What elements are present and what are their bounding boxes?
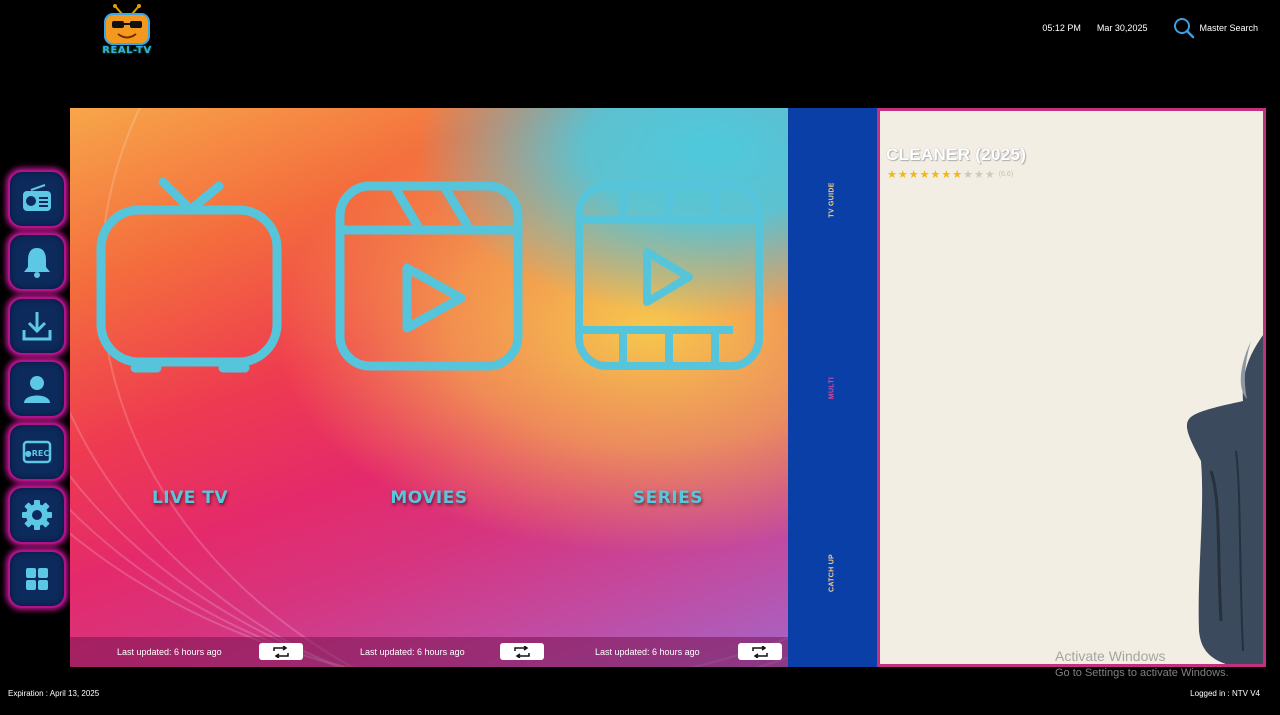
app-logo: REAL-TV [100, 4, 154, 56]
star-filled: ★ [930, 168, 941, 181]
film-play-icon [575, 182, 763, 370]
logged-in-text: Logged in : NTV V4 [1190, 689, 1260, 698]
star-filled: ★ [919, 168, 930, 181]
refresh-icon [752, 645, 768, 658]
grid-icon [26, 567, 48, 590]
sidebar-item-radio[interactable] [8, 170, 66, 228]
sidebar-item-downloads[interactable] [8, 296, 66, 355]
refresh-icon [514, 645, 530, 658]
star-empty: ★ [974, 168, 984, 181]
star-filled: ★ [887, 168, 897, 181]
live-tv-label[interactable]: LIVE TV [90, 488, 290, 508]
bell-icon [24, 248, 50, 279]
series-tile[interactable] [575, 178, 765, 378]
star-rating: ★ ★ ★ ★ ★ ★ ★ ★ ★ ★ (6.6) [887, 169, 1013, 180]
sidebar-item-settings[interactable] [8, 486, 66, 545]
rec-icon: ●REC [22, 440, 52, 464]
featured-panel[interactable]: CLEANER (2025) ★ ★ ★ ★ ★ ★ ★ ★ ★ ★ (6.6) [877, 108, 1266, 667]
live-tv-last-updated: Last updated: 6 hours ago [117, 647, 222, 657]
activation-watermark-title: Activate Windows [1055, 648, 1166, 664]
sidebar-item-account[interactable] [8, 359, 66, 418]
series-last-updated: Last updated: 6 hours ago [595, 647, 700, 657]
gear-icon [22, 500, 52, 531]
main-panel: LIVE TV MOVIES SERIES Last updated: 6 ho… [70, 108, 788, 667]
expiration-text: Expiration : April 13, 2025 [8, 689, 100, 698]
logo-text: REAL-TV [102, 45, 152, 56]
sidebar-item-notifications[interactable] [8, 233, 66, 292]
movies-refresh-button[interactable] [500, 643, 544, 660]
top-bar: 05:12 PM Mar 30,2025 Master Search [1042, 16, 1258, 40]
star-filled: ★ [952, 168, 963, 181]
tv-icon [96, 177, 282, 373]
series-label[interactable]: SERIES [568, 488, 768, 508]
master-search-label: Master Search [1199, 23, 1258, 33]
poster-figure-image [1186, 335, 1263, 664]
logo-tv-icon [104, 4, 150, 45]
catch-up-link[interactable]: CATCH UP [829, 554, 836, 592]
star-empty: ★ [963, 168, 973, 181]
sidebar-item-recordings[interactable]: ●REC [8, 423, 66, 482]
live-tv-tile[interactable] [95, 177, 285, 378]
featured-title: CLEANER (2025) [886, 145, 1027, 164]
clock-date: Mar 30,2025 [1096, 23, 1148, 33]
activation-watermark-text: Go to Settings to activate Windows. [1055, 667, 1229, 679]
star-filled: ★ [897, 168, 908, 181]
update-bar: Last updated: 6 hours ago Last updated: … [70, 637, 788, 667]
series-refresh-button[interactable] [738, 643, 782, 660]
sidebar-item-more[interactable] [8, 549, 66, 608]
radio-icon [23, 184, 51, 211]
master-search-button[interactable]: Master Search [1173, 17, 1258, 39]
movies-tile[interactable] [335, 178, 525, 378]
refresh-icon [273, 645, 289, 658]
clapperboard-play-icon [335, 181, 523, 371]
star-filled: ★ [908, 168, 919, 181]
tv-guide-link[interactable]: TV GUIDE [829, 182, 836, 217]
star-empty: ★ [984, 168, 995, 181]
download-icon [22, 311, 52, 341]
search-icon [1174, 18, 1195, 39]
movies-label[interactable]: MOVIES [329, 488, 529, 508]
live-tv-refresh-button[interactable] [259, 643, 303, 660]
side-menu-column: TV GUIDE MULTI CATCH UP [788, 108, 877, 667]
svg-text:●REC: ●REC [25, 449, 50, 458]
rating-value: (6.6) [998, 171, 1014, 178]
multi-link[interactable]: MULTI [829, 377, 836, 399]
star-filled: ★ [941, 168, 952, 181]
movies-last-updated: Last updated: 6 hours ago [360, 647, 465, 657]
sidebar: ●REC [8, 170, 66, 613]
clock-time: 05:12 PM [1042, 23, 1081, 33]
user-icon [24, 375, 50, 403]
